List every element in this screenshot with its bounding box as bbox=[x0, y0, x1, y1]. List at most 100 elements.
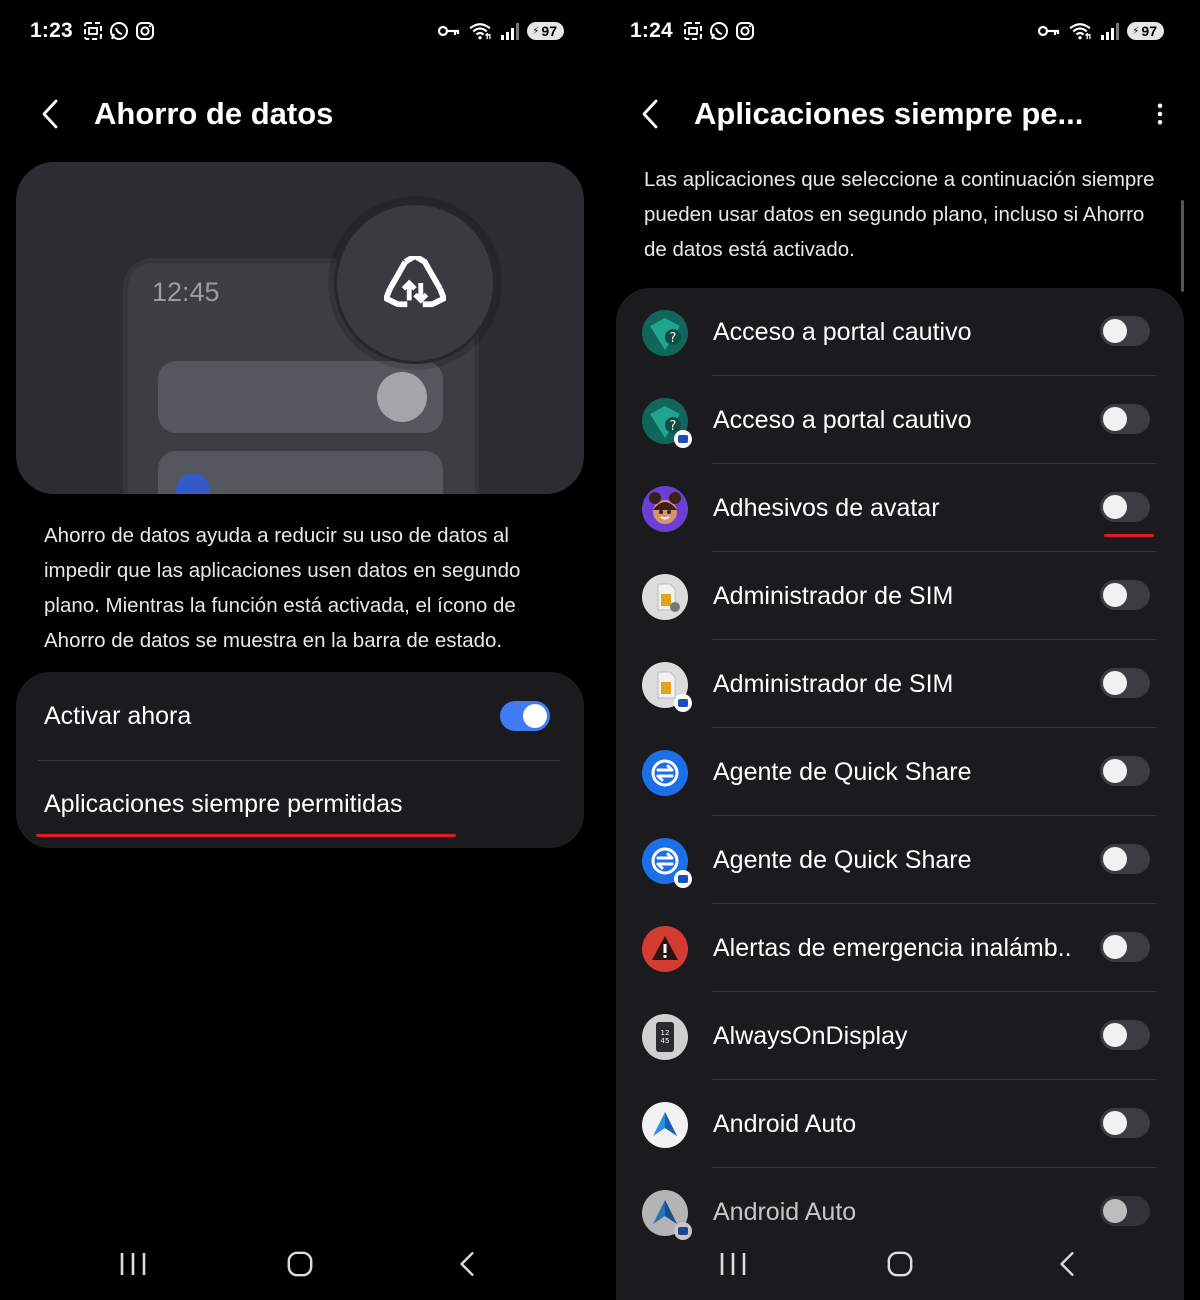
activate-now-label: Activar ahora bbox=[44, 701, 192, 730]
always-on-display-icon: 12 45 bbox=[642, 1014, 688, 1060]
android-auto-icon bbox=[642, 1102, 688, 1148]
screenshot-notification-icon bbox=[83, 22, 102, 40]
work-profile-badge-icon bbox=[674, 694, 692, 712]
app-toggle[interactable] bbox=[1100, 404, 1150, 434]
notification-icons bbox=[83, 21, 155, 41]
system-icons: ⚡ 97 bbox=[438, 22, 564, 40]
app-toggle[interactable] bbox=[1100, 932, 1150, 962]
recents-button[interactable] bbox=[103, 1234, 163, 1294]
nav-back-button[interactable] bbox=[1037, 1234, 1097, 1294]
app-label: Acceso a portal cautivo bbox=[713, 405, 972, 434]
illustration-time: 12:45 bbox=[152, 277, 220, 307]
app-label: Agente de Quick Share bbox=[713, 845, 972, 874]
app-row[interactable]: Agente de Quick Share bbox=[616, 816, 1184, 904]
svg-text:?: ? bbox=[670, 331, 677, 346]
data-saver-badge bbox=[334, 202, 496, 364]
data-saver-illustration: 12:45 bbox=[16, 162, 584, 494]
chevron-left-icon bbox=[642, 99, 658, 129]
status-bar: 1:24 ⚡ 97 bbox=[630, 14, 1164, 48]
app-label: Administrador de SIM bbox=[713, 669, 954, 698]
battery-level: 97 bbox=[1141, 23, 1157, 39]
app-label: Acceso a portal cautivo bbox=[713, 317, 972, 346]
left-screen: 1:23 ⚡ 97 Ahorro de datos 12:45 Ahorro d… bbox=[0, 0, 600, 1300]
illustration-bar bbox=[158, 451, 443, 494]
captive-portal-work-icon: ? bbox=[642, 398, 692, 448]
navigation-bar bbox=[600, 1232, 1200, 1296]
app-bar: Ahorro de datos bbox=[40, 88, 570, 140]
more-options-button[interactable] bbox=[1150, 94, 1170, 134]
always-allowed-description: Las aplicaciones que seleccione a contin… bbox=[644, 168, 1155, 261]
red-highlight-underline bbox=[1104, 534, 1154, 537]
page-title: Aplicaciones siempre pe... bbox=[694, 96, 1084, 131]
svg-text:?: ? bbox=[670, 419, 677, 434]
back-button[interactable] bbox=[640, 94, 672, 134]
activate-now-toggle[interactable] bbox=[500, 701, 550, 731]
home-icon bbox=[287, 1251, 313, 1277]
whatsapp-icon bbox=[709, 22, 728, 40]
app-label: Adhesivos de avatar bbox=[713, 493, 940, 522]
data-saver-icon bbox=[384, 256, 446, 308]
home-icon bbox=[887, 1251, 913, 1277]
whatsapp-icon bbox=[109, 22, 128, 40]
app-toggle[interactable] bbox=[1100, 668, 1150, 698]
back-button[interactable] bbox=[40, 94, 72, 134]
signal-icon bbox=[501, 23, 520, 40]
svg-text:12: 12 bbox=[661, 1029, 670, 1037]
sim-manager-icon bbox=[642, 574, 688, 620]
nav-back-button[interactable] bbox=[437, 1234, 497, 1294]
app-row[interactable]: Administrador de SIM bbox=[616, 552, 1184, 640]
data-saver-settings-card: Activar ahora Aplicaciones siempre permi… bbox=[16, 672, 584, 848]
right-screen: 1:24 ⚡ 97 Aplicaciones siempre pe... Las … bbox=[600, 0, 1200, 1300]
work-profile-badge-icon bbox=[674, 430, 692, 448]
app-toggle[interactable] bbox=[1100, 580, 1150, 610]
vpn-key-icon bbox=[438, 25, 460, 37]
app-row[interactable]: Agente de Quick Share bbox=[616, 728, 1184, 816]
status-time: 1:24 bbox=[630, 19, 673, 42]
app-row[interactable]: 12 45 AlwaysOnDisplay bbox=[616, 992, 1184, 1080]
android-auto-work-icon bbox=[642, 1190, 692, 1240]
page-title: Ahorro de datos bbox=[94, 96, 334, 131]
app-row[interactable]: Alertas de emergencia inalámb.. bbox=[616, 904, 1184, 992]
app-label: Android Auto bbox=[713, 1197, 857, 1226]
illustration-toggle-bar bbox=[158, 361, 443, 433]
quick-share-icon bbox=[642, 750, 688, 796]
status-time: 1:23 bbox=[30, 19, 73, 42]
recents-button[interactable] bbox=[703, 1234, 763, 1294]
scrollbar[interactable] bbox=[1181, 200, 1184, 292]
home-button[interactable] bbox=[270, 1234, 330, 1294]
app-row[interactable]: ? Acceso a portal cautivo bbox=[616, 376, 1184, 464]
app-label: Administrador de SIM bbox=[713, 581, 954, 610]
app-row[interactable]: ? Acceso a portal cautivo bbox=[616, 288, 1184, 376]
activate-now-row[interactable]: Activar ahora bbox=[44, 672, 550, 760]
home-button[interactable] bbox=[870, 1234, 930, 1294]
back-icon bbox=[460, 1252, 474, 1276]
emergency-alert-icon bbox=[642, 926, 688, 972]
app-row[interactable]: Adhesivos de avatar bbox=[616, 464, 1184, 552]
notification-icons bbox=[683, 21, 755, 41]
avatar-stickers-icon bbox=[642, 486, 688, 532]
app-list: ? Acceso a portal cautivo ? Acceso a por… bbox=[616, 288, 1184, 1300]
app-toggle[interactable] bbox=[1100, 1108, 1150, 1138]
app-toggle[interactable] bbox=[1100, 1020, 1150, 1050]
system-icons: ⚡ 97 bbox=[1038, 22, 1164, 40]
app-label: Agente de Quick Share bbox=[713, 757, 972, 786]
always-allowed-apps-label: Aplicaciones siempre permitidas bbox=[44, 789, 403, 818]
instagram-icon bbox=[735, 22, 754, 40]
instagram-icon bbox=[135, 22, 154, 40]
vpn-key-icon bbox=[1038, 25, 1060, 37]
recents-icon bbox=[121, 1253, 146, 1275]
app-toggle[interactable] bbox=[1100, 756, 1150, 786]
wifi-icon bbox=[1069, 23, 1091, 40]
app-toggle[interactable] bbox=[1100, 844, 1150, 874]
app-row[interactable]: Android Auto bbox=[616, 1080, 1184, 1168]
app-toggle[interactable] bbox=[1100, 492, 1150, 522]
navigation-bar bbox=[0, 1232, 600, 1296]
app-row[interactable]: Administrador de SIM bbox=[616, 640, 1184, 728]
battery-indicator: ⚡ 97 bbox=[1127, 22, 1164, 40]
battery-level: 97 bbox=[541, 23, 557, 39]
app-toggle[interactable] bbox=[1100, 1196, 1150, 1226]
app-toggle[interactable] bbox=[1100, 316, 1150, 346]
captive-portal-icon: ? bbox=[642, 310, 688, 356]
app-label: Android Auto bbox=[713, 1109, 857, 1138]
app-label: Alertas de emergencia inalámb.. bbox=[713, 933, 1072, 962]
